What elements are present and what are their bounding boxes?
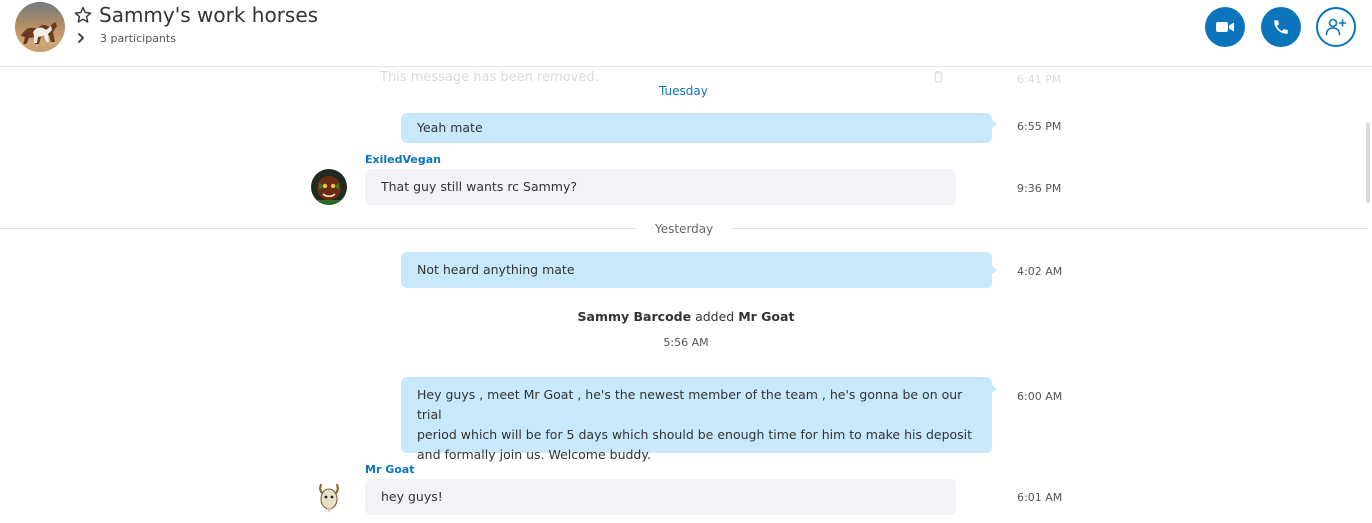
message-time: 9:36 PM <box>1017 182 1062 195</box>
participants-count[interactable]: 3 participants <box>100 32 176 45</box>
removed-message-time: 6:41 PM <box>1017 73 1062 86</box>
message-text-line: Hey guys , meet Mr Goat , he's the newes… <box>417 387 963 422</box>
bubble-tail <box>991 265 997 275</box>
removed-message: This message has been removed. <box>380 70 599 85</box>
message-text: hey guys! <box>381 489 443 504</box>
video-camera-icon <box>1216 22 1234 32</box>
conversation-header: Sammy's work horses 3 participants <box>0 0 1372 67</box>
group-avatar[interactable] <box>15 2 65 52</box>
bubble-tail <box>991 119 997 129</box>
avatar[interactable] <box>311 479 347 515</box>
conversation-title[interactable]: Sammy's work horses <box>99 3 318 27</box>
sender-name[interactable]: Mr Goat <box>365 463 414 476</box>
message-text: That guy still wants rc Sammy? <box>381 179 578 194</box>
outgoing-message[interactable]: Not heard anything mate <box>401 252 992 288</box>
video-call-button[interactable] <box>1205 7 1245 47</box>
incoming-message[interactable]: That guy still wants rc Sammy? <box>365 169 956 205</box>
system-verb: added <box>695 309 735 324</box>
message-time: 6:01 AM <box>1017 491 1063 504</box>
sender-name[interactable]: ExiledVegan <box>365 153 441 166</box>
message-text: Yeah mate <box>417 120 483 135</box>
chevron-right-icon[interactable] <box>76 31 86 45</box>
star-outline-icon[interactable] <box>73 5 93 25</box>
system-target[interactable]: Mr Goat <box>738 309 794 324</box>
message-text-line: and formally join us. Welcome buddy. <box>417 447 651 462</box>
add-person-icon <box>1325 18 1347 36</box>
avatar[interactable] <box>311 169 347 205</box>
message-text: Not heard anything mate <box>417 262 575 277</box>
incoming-message[interactable]: hey guys! <box>365 479 956 515</box>
outgoing-message[interactable]: Yeah mate <box>401 113 992 143</box>
message-text-line: period which will be for 5 days which sh… <box>417 427 973 442</box>
message-list[interactable]: This message has been removed. 6:41 PM T… <box>0 68 1372 523</box>
system-message-time: 5:56 AM <box>663 336 709 349</box>
outgoing-message[interactable]: Hey guys , meet Mr Goat , he's the newes… <box>401 377 992 462</box>
add-participants-button[interactable] <box>1316 7 1356 47</box>
system-actor[interactable]: Sammy Barcode <box>578 309 692 324</box>
message-time: 4:02 AM <box>1017 265 1063 278</box>
system-message: Sammy Barcode added Mr Goat <box>0 309 1372 324</box>
trash-icon <box>934 71 943 83</box>
audio-call-button[interactable] <box>1261 7 1301 47</box>
phone-icon <box>1274 20 1288 34</box>
message-time: 6:55 PM <box>1017 120 1062 133</box>
day-divider-tuesday: Tuesday <box>641 84 726 98</box>
message-time: 6:00 AM <box>1017 390 1063 403</box>
scrollbar-thumb[interactable] <box>1366 123 1370 203</box>
bubble-tail <box>991 384 997 394</box>
day-divider-yesterday: Yesterday <box>637 222 732 236</box>
